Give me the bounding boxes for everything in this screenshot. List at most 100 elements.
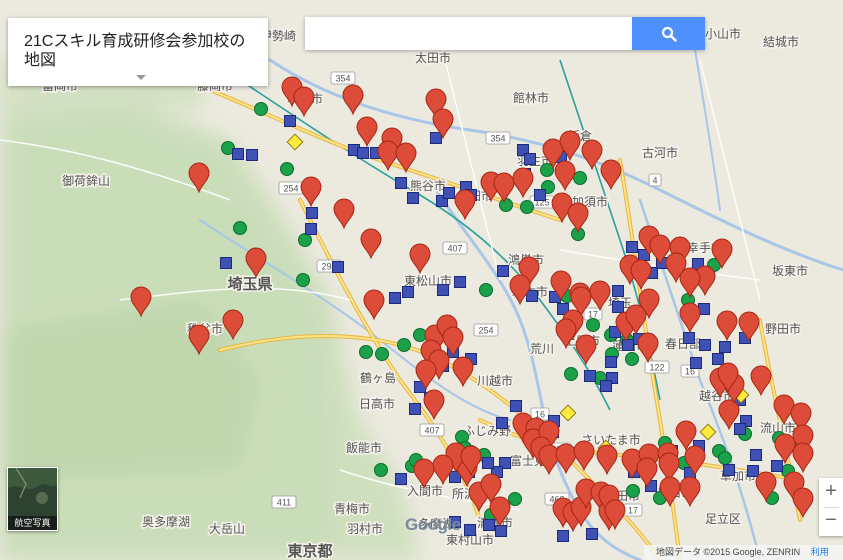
school-marker-square[interactable] xyxy=(357,147,369,159)
search-button[interactable] xyxy=(632,17,705,50)
school-marker-square[interactable] xyxy=(497,265,509,277)
school-marker-square[interactable] xyxy=(622,339,634,351)
school-marker-square[interactable] xyxy=(605,356,617,368)
school-marker-square[interactable] xyxy=(395,473,407,485)
place-label: 埼玉県 xyxy=(227,276,272,293)
route-shield: 254 xyxy=(278,181,304,195)
route-shield: 122 xyxy=(644,360,670,374)
school-marker-square[interactable] xyxy=(771,460,783,472)
school-marker-square[interactable] xyxy=(482,457,494,469)
school-marker-square[interactable] xyxy=(719,341,731,353)
school-marker-square[interactable] xyxy=(332,261,344,273)
school-marker-square[interactable] xyxy=(454,276,466,288)
place-label: 野田市 xyxy=(765,321,801,336)
school-marker-square[interactable] xyxy=(699,339,711,351)
expand-caret-icon[interactable] xyxy=(136,75,146,80)
school-marker-square[interactable] xyxy=(712,353,724,365)
school-marker-square[interactable] xyxy=(612,285,624,297)
school-marker-square[interactable] xyxy=(443,187,455,199)
school-marker-circle[interactable] xyxy=(626,484,640,498)
zoom-out-button[interactable]: − xyxy=(819,507,843,536)
school-marker-circle[interactable] xyxy=(508,492,522,506)
map-footer: 地図データ ©2015 Google, ZENRIN 利用 xyxy=(644,545,843,560)
place-label: 古河市 xyxy=(642,145,678,160)
aerial-view-toggle[interactable]: 航空写真 xyxy=(7,467,58,531)
school-marker-square[interactable] xyxy=(750,449,762,461)
school-marker-square[interactable] xyxy=(690,357,702,369)
zoom-in-button[interactable]: + xyxy=(819,478,843,507)
school-marker-circle[interactable] xyxy=(359,345,373,359)
school-marker-circle[interactable] xyxy=(586,318,600,332)
school-marker-circle[interactable] xyxy=(280,162,294,176)
aerial-label: 航空写真 xyxy=(8,516,57,530)
terms-link[interactable]: 利用 xyxy=(811,547,829,557)
school-marker-square[interactable] xyxy=(395,177,407,189)
school-marker-square[interactable] xyxy=(534,189,546,201)
school-marker-square[interactable] xyxy=(557,530,569,542)
route-shield: 407 xyxy=(419,423,445,437)
place-label: 東京都 xyxy=(287,542,332,560)
school-marker-square[interactable] xyxy=(402,286,414,298)
route-shield: 411 xyxy=(271,495,297,509)
route-shield-label: 407 xyxy=(447,244,462,254)
school-marker-square[interactable] xyxy=(495,525,507,537)
school-marker-circle[interactable] xyxy=(564,367,578,381)
school-marker-square[interactable] xyxy=(306,207,318,219)
route-shield-label: 254 xyxy=(283,184,298,194)
school-marker-circle[interactable] xyxy=(718,451,732,465)
school-marker-square[interactable] xyxy=(734,423,746,435)
school-marker-square[interactable] xyxy=(464,524,476,536)
place-label: 熊谷市 xyxy=(410,178,446,193)
school-marker-square[interactable] xyxy=(232,148,244,160)
school-marker-square[interactable] xyxy=(584,370,596,382)
zoom-control[interactable]: + − xyxy=(819,478,843,536)
school-marker-square[interactable] xyxy=(626,241,638,253)
school-marker-circle[interactable] xyxy=(573,171,587,185)
school-marker-circle[interactable] xyxy=(375,347,389,361)
route-shield-label: 354 xyxy=(490,134,505,144)
school-marker-square[interactable] xyxy=(220,257,232,269)
school-marker-circle[interactable] xyxy=(520,200,534,214)
school-marker-square[interactable] xyxy=(747,465,759,477)
school-marker-square[interactable] xyxy=(612,301,624,313)
search-box[interactable] xyxy=(305,17,705,50)
route-shield: 17 xyxy=(623,503,643,517)
school-marker-circle[interactable] xyxy=(296,273,310,287)
place-label: 結城市 xyxy=(763,34,799,49)
place-label: 奥多摩湖 xyxy=(142,514,190,529)
school-marker-square[interactable] xyxy=(723,464,735,476)
school-marker-square[interactable] xyxy=(526,290,538,302)
place-label: 大岳山 xyxy=(209,522,245,536)
school-marker-square[interactable] xyxy=(407,192,419,204)
school-marker-square[interactable] xyxy=(246,149,258,161)
school-marker-circle[interactable] xyxy=(479,283,493,297)
school-marker-circle[interactable] xyxy=(254,102,268,116)
route-shield-label: 411 xyxy=(277,498,291,508)
map-title-card[interactable]: 21Cスキル育成研修会参加校の 地図 xyxy=(8,18,268,86)
school-marker-square[interactable] xyxy=(389,292,401,304)
school-marker-square[interactable] xyxy=(510,400,522,412)
place-label: 足立区 xyxy=(705,511,741,526)
school-marker-square[interactable] xyxy=(600,380,612,392)
school-marker-circle[interactable] xyxy=(233,221,247,235)
school-marker-square[interactable] xyxy=(524,153,536,165)
school-marker-circle[interactable] xyxy=(374,463,388,477)
school-marker-square[interactable] xyxy=(586,528,598,540)
school-marker-square[interactable] xyxy=(683,332,695,344)
school-marker-square[interactable] xyxy=(483,519,495,531)
school-marker-circle[interactable] xyxy=(499,198,513,212)
search-input[interactable] xyxy=(305,17,625,50)
school-marker-square[interactable] xyxy=(284,115,296,127)
school-marker-square[interactable] xyxy=(430,132,442,144)
place-label: 日高市 xyxy=(359,396,395,411)
route-shield: 354 xyxy=(330,71,356,85)
school-marker-square[interactable] xyxy=(305,223,317,235)
school-marker-circle[interactable] xyxy=(625,352,639,366)
place-label: 羽村市 xyxy=(347,521,383,536)
zoom-divider xyxy=(823,507,839,508)
school-marker-circle[interactable] xyxy=(298,233,312,247)
school-marker-circle[interactable] xyxy=(397,338,411,352)
school-marker-square[interactable] xyxy=(437,284,449,296)
school-marker-square[interactable] xyxy=(496,417,508,429)
school-marker-square[interactable] xyxy=(409,403,421,415)
